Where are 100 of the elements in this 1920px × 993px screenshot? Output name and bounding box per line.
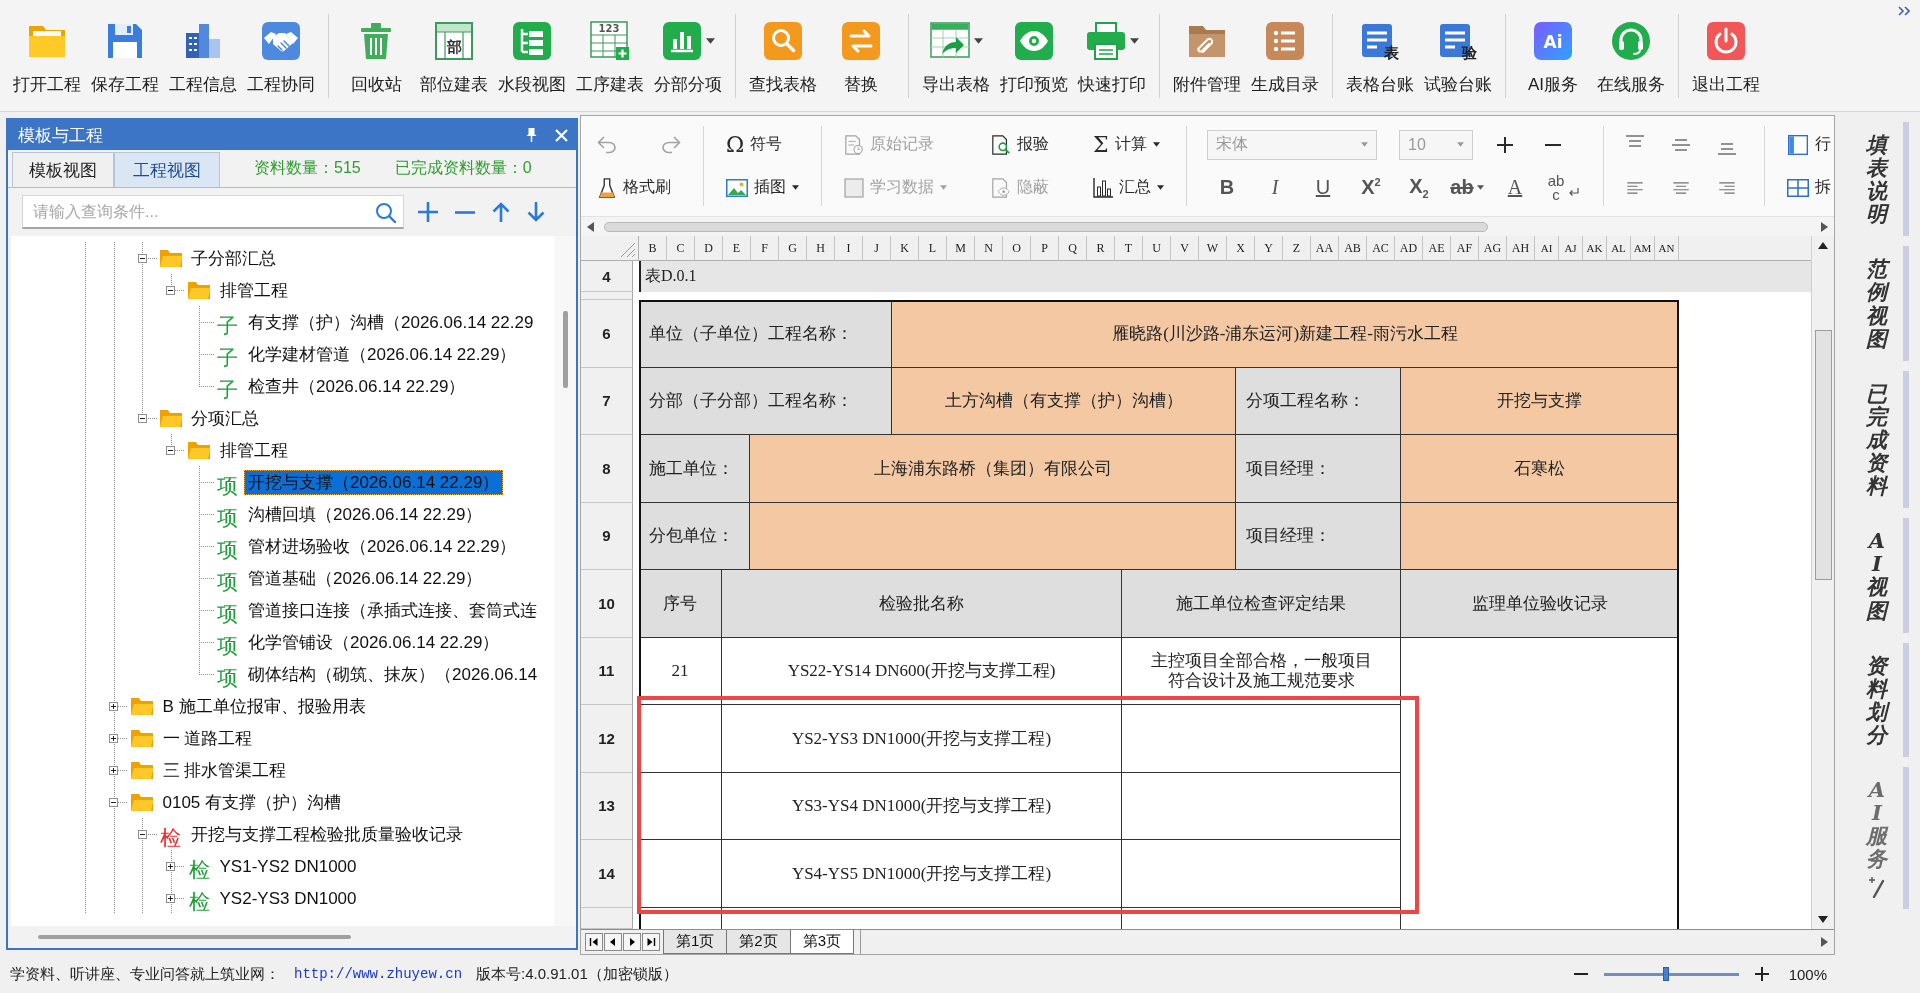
sidebar-tab[interactable]: AI视图 [1851,518,1909,633]
double-chevron-icon[interactable] [1898,6,1910,16]
bar-triangle-left-icon[interactable] [585,933,603,951]
tree-item[interactable]: 沟槽回填（2026.06.14 22.29） [244,501,487,527]
sidebar-tab[interactable]: 范例视图 [1851,246,1909,361]
scrollbar-thumb[interactable] [38,935,351,939]
tool-button[interactable]: 报验 [989,128,1051,161]
toolbar-button[interactable]: 打开工程 [8,0,86,95]
toolbar-button[interactable]: 附件管理 [1168,0,1246,95]
toolbar-button[interactable]: 退出工程 [1687,0,1765,95]
tree-item[interactable]: 排管工程 [215,437,292,463]
tree-item[interactable]: 管道接口连接（承插式连接、套筒式连 [244,597,541,623]
tree-item[interactable]: 开挖与支撑（2026.06.14 22.29） [244,469,504,495]
tree-item[interactable]: 化学建材管道（2026.06.14 22.29） [244,341,521,367]
triangle-up-icon[interactable] [1818,242,1828,249]
scrollbar-thumb[interactable] [562,311,568,388]
superscript-button[interactable]: X$^{2}$ [1351,171,1391,204]
sidebar-tab[interactable]: 填表说明 [1851,122,1909,237]
sidebar-tab[interactable]: 资料划分 [1851,642,1909,757]
toolbar-button[interactable]: 保存工程 [86,0,164,95]
minus-box-icon[interactable] [166,445,176,455]
tree-item[interactable]: 三 排水管渠工程 [158,757,291,783]
triangle-right-icon[interactable] [1821,221,1828,232]
triangle-left-icon[interactable] [604,933,622,951]
slider-thumb[interactable] [1662,967,1669,981]
tree-item[interactable]: 分项汇总 [187,405,263,431]
minus-box-icon[interactable] [137,253,147,263]
up-arrow-icon[interactable] [492,202,510,222]
sheet-tab[interactable]: 第2页 [726,930,791,954]
toolbar-button[interactable]: 在线服务 [1592,0,1670,95]
toolbar-button[interactable]: 回收站 [337,0,415,95]
tree-item[interactable]: 管材进场验收（2026.06.14 22.29） [244,533,521,559]
website-link[interactable]: http://www.zhuyew.cn [294,966,463,982]
toolbar-button[interactable]: 验 试验台账 [1419,0,1497,95]
search-field[interactable]: 请输入查询条件... [22,195,404,229]
tree-item[interactable]: 排管工程 [215,277,292,303]
minus-box-icon[interactable] [109,797,119,807]
bold-button[interactable]: B [1207,171,1247,204]
triangle-bar-right-icon[interactable] [642,933,660,951]
toolbar-button[interactable]: 工程信息 [164,0,242,95]
plus-box-icon[interactable] [166,893,176,903]
toolbar-button[interactable]: 打印预览 [995,0,1073,95]
tool-button[interactable]: 插图 [724,171,801,204]
toolbar-button[interactable]: 表 表格台账 [1341,0,1419,95]
toolbar-button[interactable]: 123 工序建表 [571,0,649,95]
minus-box-icon[interactable] [137,413,147,423]
tree-item[interactable]: 0105 有支撑（护）沟槽 [158,789,346,815]
panel-tab[interactable]: 工程视图 [114,152,220,187]
pin-icon[interactable] [526,128,537,142]
sheet-tab[interactable]: 第1页 [663,930,728,954]
font-color-button[interactable]: A [1495,171,1535,204]
minus-box-icon[interactable] [166,285,176,295]
toolbar-button[interactable]: Ai AI服务 [1514,0,1592,95]
toolbar-button[interactable]: 查找表格 [744,0,822,95]
toolbar-button[interactable]: 替换 [822,0,900,95]
tree-item[interactable]: 开挖与支撑工程检验批质量验收记录 [187,821,467,847]
wrap-text-button[interactable]: abc [1543,171,1583,204]
tree-item[interactable]: 砌体结构（砌筑、抹灰）（2026.06.14 [244,661,542,687]
minus-icon[interactable] [1573,973,1588,975]
triangle-right-icon[interactable] [623,933,641,951]
toolbar-button[interactable]: 生成目录 [1246,0,1324,95]
tree-item[interactable]: B 施工单位报审、报验用表 [158,693,370,719]
minus-box-icon[interactable] [137,829,147,839]
triangle-right-icon[interactable] [1821,937,1828,947]
tool-button[interactable]: 行 [1785,128,1833,161]
italic-button[interactable]: I [1255,171,1295,204]
toolbar-button[interactable]: 分部分项 [649,0,727,95]
tree-item[interactable]: YS1-YS2 DN1000 [215,853,361,879]
tree-item[interactable]: 检查井（2026.06.14 22.29） [244,373,470,399]
tool-button[interactable]: Ω 符号 [724,128,785,161]
tool-button[interactable]: Σ 计算 [1091,128,1162,161]
tree-item[interactable]: 有支撑（护）沟槽（2026.06.14 22.29 [244,309,538,335]
scrollbar-thumb[interactable] [604,221,1488,232]
down-arrow-icon[interactable] [527,202,545,222]
scrollbar-thumb[interactable] [1814,330,1832,580]
plus-box-icon[interactable] [109,733,119,743]
close-icon[interactable] [555,128,568,142]
toolbar-button[interactable]: 水段视图 [493,0,571,95]
underline-button[interactable]: U [1303,171,1343,204]
sheet-tab[interactable]: 第3页 [789,930,855,954]
toolbar-button[interactable]: 部 部位建表 [415,0,493,95]
tool-button[interactable]: 汇总 [1091,171,1166,204]
sidebar-tab[interactable]: AI服务 [1851,766,1909,910]
strikethrough-button[interactable]: ab [1447,171,1487,204]
plus-box-icon[interactable] [166,861,176,871]
tool-button[interactable]: 格式刷 [595,171,673,204]
tree-item[interactable]: 管道基础（2026.06.14 22.29） [244,565,487,591]
plus-icon[interactable] [1754,967,1769,981]
triangle-down-icon[interactable] [1818,916,1828,923]
panel-tab[interactable]: 模板视图 [12,152,114,187]
plus-box-icon[interactable] [109,701,119,711]
tree-item[interactable]: 子分部汇总 [187,245,280,271]
sidebar-tab[interactable]: 已完成资料 [1851,370,1909,509]
subscript-button[interactable]: X$_{2}$ [1399,171,1439,204]
triangle-left-icon[interactable] [587,221,594,232]
toolbar-button[interactable]: 导出表格 [917,0,995,95]
toolbar-button[interactable]: 快速打印 [1073,0,1151,95]
tool-button[interactable]: 拆 [1785,171,1833,204]
tree-item[interactable]: 一 道路工程 [158,725,257,751]
toolbar-button[interactable]: 工程协同 [242,0,320,95]
